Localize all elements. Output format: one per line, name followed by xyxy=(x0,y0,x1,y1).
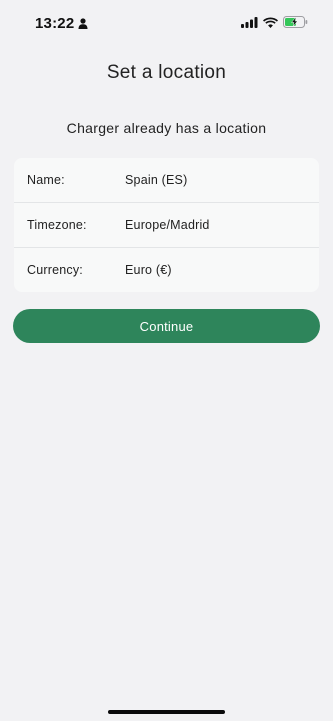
detail-value: Europe/Madrid xyxy=(125,218,210,232)
location-details-card: Name: Spain (ES) Timezone: Europe/Madrid… xyxy=(14,158,319,292)
detail-value: Euro (€) xyxy=(125,263,172,277)
detail-row-name: Name: Spain (ES) xyxy=(14,158,319,203)
status-time: 13:22 xyxy=(35,15,75,32)
battery-charging-icon xyxy=(283,16,308,28)
screen: 13:22 Set a location Charger already has… xyxy=(0,0,333,721)
status-icons xyxy=(241,16,308,28)
detail-label: Timezone: xyxy=(27,218,87,232)
page-title: Set a location xyxy=(106,62,227,83)
status-bar: 13:22 xyxy=(0,0,333,48)
detail-row-timezone: Timezone: Europe/Madrid xyxy=(14,203,319,248)
home-indicator[interactable] xyxy=(108,710,225,714)
detail-label: Name: xyxy=(27,173,65,187)
continue-button[interactable]: Continue xyxy=(13,309,320,343)
detail-label: Currency: xyxy=(27,263,83,277)
cellular-signal-icon xyxy=(241,16,258,28)
time-group: 13:22 xyxy=(35,15,88,32)
detail-row-currency: Currency: Euro (€) xyxy=(14,248,319,292)
location-status-text: Charger already has a location xyxy=(66,120,267,136)
wifi-icon xyxy=(263,17,278,28)
detail-value: Spain (ES) xyxy=(125,173,188,187)
person-icon xyxy=(78,18,88,29)
